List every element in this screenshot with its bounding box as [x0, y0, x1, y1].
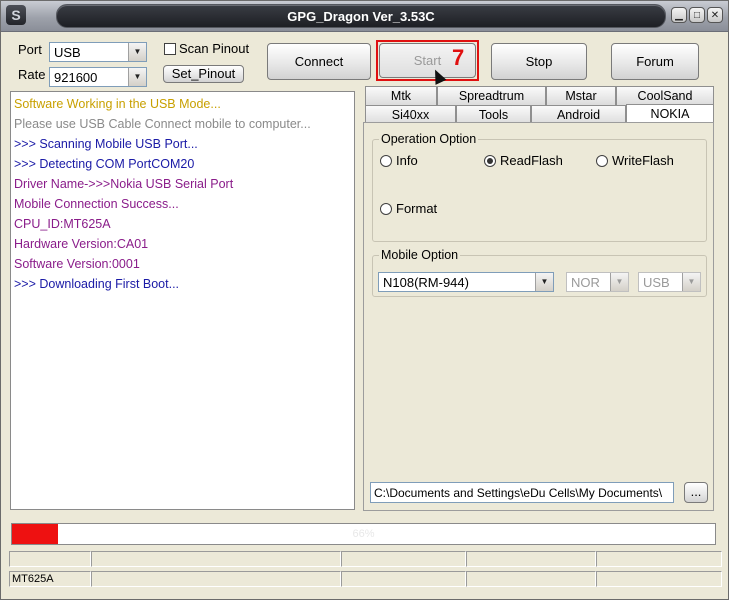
log-line: >>> Downloading First Boot...: [14, 277, 180, 291]
log-line: Please use USB Cable Connect mobile to c…: [14, 117, 311, 131]
memory-select: NOR ▼: [566, 272, 629, 292]
tab-coolsand[interactable]: CoolSand: [616, 86, 714, 105]
status-cell: [596, 551, 722, 567]
format-label: Format: [396, 201, 438, 216]
status-cpu: MT625A: [9, 571, 91, 587]
start-label: Start: [413, 53, 442, 68]
log-line: Hardware Version:CA01: [14, 237, 149, 251]
mobile-option-title: Mobile Option: [379, 248, 461, 262]
app-logo-icon: S: [6, 5, 26, 25]
mobile-option-group: Mobile Option N108(RM-944) ▼ NOR ▼ USB ▼: [372, 248, 707, 297]
forum-label: Forum: [636, 54, 674, 69]
chevron-down-icon: ▼: [610, 273, 628, 291]
rate-label: Rate: [18, 67, 46, 82]
stop-button[interactable]: Stop: [491, 43, 587, 80]
set-pinout-button[interactable]: Set_Pinout: [163, 65, 244, 83]
log-panel[interactable]: Software Working in the USB Mode... Plea…: [10, 91, 355, 510]
operation-option-title: Operation Option: [379, 132, 479, 146]
browse-label: ...: [690, 484, 702, 499]
log-line: >>> Scanning Mobile USB Port...: [14, 137, 198, 151]
status-cell: [91, 571, 341, 587]
tab-nokia[interactable]: NOKIA: [626, 104, 714, 124]
writeflash-label: WriteFlash: [612, 153, 674, 168]
stop-label: Stop: [525, 54, 553, 69]
tab-mstar[interactable]: Mstar: [546, 86, 616, 105]
log-line: Software Version:0001: [14, 257, 140, 271]
file-path-field[interactable]: C:\Documents and Settings\eDu Cells\My D…: [370, 482, 674, 503]
status-cell: [466, 551, 596, 567]
connect-label: Connect: [294, 54, 344, 69]
log-line: >>> Detecting COM PortCOM20: [14, 157, 195, 171]
rate-value: 921600: [54, 70, 98, 85]
chevron-down-icon[interactable]: ▼: [535, 273, 553, 291]
maximize-icon[interactable]: □: [689, 7, 705, 23]
rate-select[interactable]: 921600 ▼: [49, 67, 147, 87]
main-window: S GPG_Dragon Ver_3.53C ▁ □ ✕ Port USB ▼ …: [0, 0, 729, 600]
port-value: USB: [54, 45, 81, 60]
status-cell: [341, 571, 466, 587]
set-pinout-label: Set_Pinout: [171, 66, 236, 81]
chevron-down-icon: ▼: [682, 273, 700, 291]
info-label: Info: [396, 153, 418, 168]
log-line: Mobile Connection Success...: [14, 197, 179, 211]
start-badge: 7: [452, 45, 465, 70]
status-cell: [466, 571, 596, 587]
progress-text: 66%: [352, 528, 375, 540]
status-cell: [91, 551, 341, 567]
window-title: GPG_Dragon Ver_3.53C: [287, 9, 435, 24]
tab-spreadtrum[interactable]: Spreadtrum: [437, 86, 546, 105]
readflash-label: ReadFlash: [500, 153, 563, 168]
model-value: N108(RM-944): [383, 275, 469, 290]
title-bar[interactable]: S GPG_Dragon Ver_3.53C ▁ □ ✕: [1, 1, 728, 32]
status-cell: [596, 571, 722, 587]
writeflash-radio[interactable]: [596, 155, 608, 167]
browse-button[interactable]: ...: [684, 482, 708, 503]
interface-value: USB: [643, 275, 670, 290]
format-radio[interactable]: [380, 203, 392, 215]
minimize-icon[interactable]: ▁: [671, 7, 687, 23]
memory-value: NOR: [571, 275, 600, 290]
operation-option-group: Operation Option Info ReadFlash WriteFla…: [372, 132, 707, 242]
status-cell: [341, 551, 466, 567]
model-select[interactable]: N108(RM-944) ▼: [378, 272, 554, 292]
port-select[interactable]: USB ▼: [49, 42, 147, 62]
status-bar-bottom: MT625A: [9, 571, 722, 589]
title-pill: GPG_Dragon Ver_3.53C: [56, 4, 666, 28]
log-line: Driver Name->>>Nokia USB Serial Port: [14, 177, 234, 191]
status-cell: [9, 551, 91, 567]
log-line: CPU_ID:MT625A: [14, 217, 111, 231]
nokia-panel: Operation Option Info ReadFlash WriteFla…: [363, 122, 714, 511]
connect-button[interactable]: Connect: [267, 43, 371, 80]
scan-pinout-checkbox[interactable]: [164, 43, 176, 55]
tab-mtk[interactable]: Mtk: [365, 86, 437, 105]
chevron-down-icon[interactable]: ▼: [128, 43, 146, 61]
status-bar-top: [9, 551, 722, 569]
readflash-radio[interactable]: [484, 155, 496, 167]
port-label: Port: [18, 42, 42, 57]
close-icon[interactable]: ✕: [707, 7, 723, 23]
interface-select: USB ▼: [638, 272, 701, 292]
info-radio[interactable]: [380, 155, 392, 167]
forum-button[interactable]: Forum: [611, 43, 699, 80]
file-path-value: C:\Documents and Settings\eDu Cells\My D…: [374, 486, 663, 500]
log-line: Software Working in the USB Mode...: [14, 97, 221, 111]
scan-pinout-label: Scan Pinout: [179, 41, 250, 56]
chevron-down-icon[interactable]: ▼: [128, 68, 146, 86]
progress-bar: 66%: [11, 523, 716, 545]
